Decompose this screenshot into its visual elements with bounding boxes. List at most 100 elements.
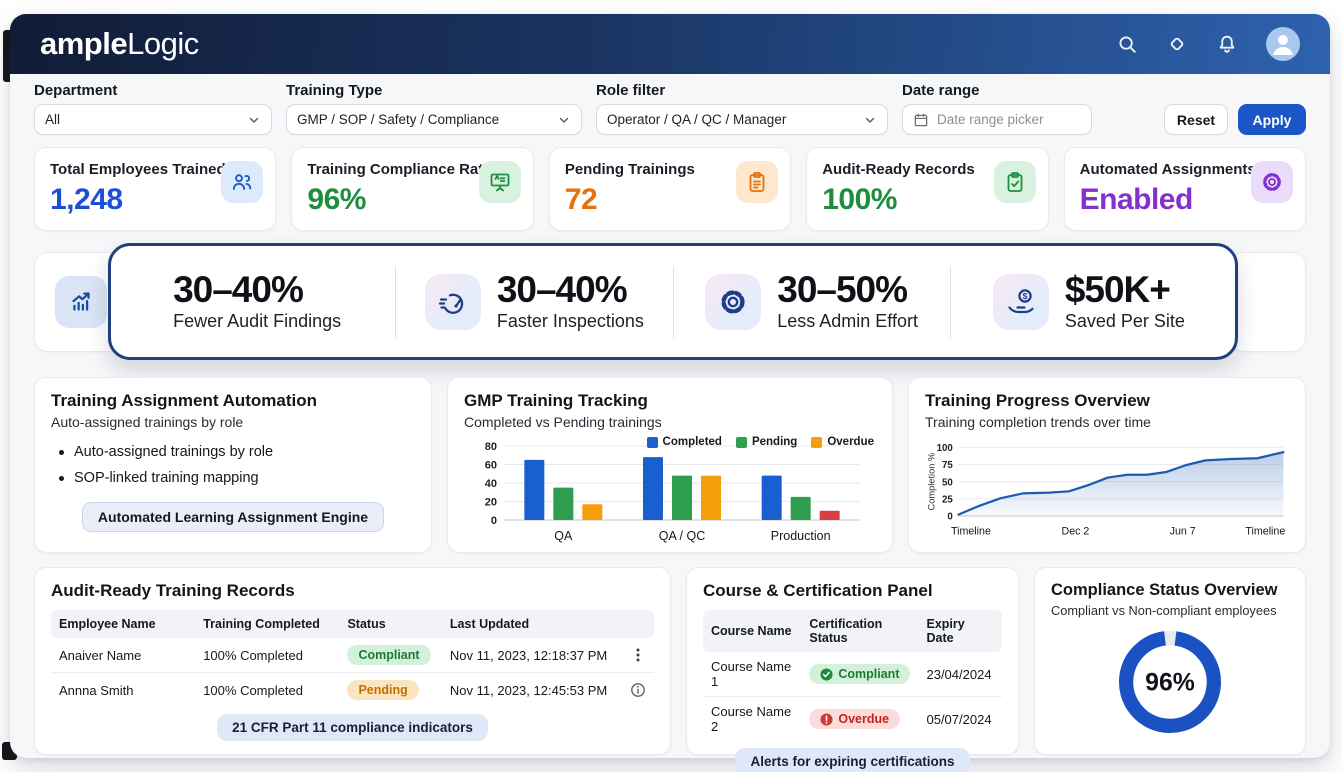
- highlight-band: 30–40% Fewer Audit Findings 30–40% Faste…: [108, 243, 1238, 360]
- panel-subtitle: Completed vs Pending trainings: [464, 414, 876, 430]
- card-title: Compliance Status Overview: [1051, 581, 1289, 600]
- expiry-date-cell: 05/07/2024: [918, 697, 1002, 742]
- bullet-item: SOP-linked training mapping: [51, 470, 415, 486]
- audit-ready-training-records-card: Audit-Ready Training Records Employee Na…: [34, 567, 671, 755]
- svg-text:25: 25: [942, 495, 953, 506]
- legend-item: Pending: [736, 436, 797, 448]
- donut-chart-svg: 96%: [1108, 620, 1232, 744]
- clipboard-check-icon: [994, 161, 1036, 203]
- apply-button[interactable]: Apply: [1238, 104, 1306, 135]
- status-badge: Compliant: [347, 645, 430, 665]
- svg-text:QA: QA: [554, 529, 573, 543]
- column-header: Status: [339, 610, 441, 638]
- table-row: Anaiver Name 100% Completed Compliant No…: [51, 638, 654, 673]
- highlight-faster-inspections: 30–40% Faster Inspections: [395, 266, 672, 338]
- svg-text:QA / QC: QA / QC: [659, 529, 706, 543]
- highlight-label: Saved Per Site: [1065, 311, 1185, 332]
- people-icon: [221, 161, 263, 203]
- highlight-value: 30–50%: [777, 271, 918, 310]
- highlight-value: 30–40%: [497, 271, 644, 310]
- training-type-label: Training Type: [286, 82, 582, 99]
- svg-text:50: 50: [942, 477, 953, 488]
- role-select[interactable]: Operator / QA / QC / Manager: [596, 104, 888, 135]
- chart-legend: Completed Pending Overdue: [647, 436, 874, 448]
- dashboard-page: ampleLogic Department All: [0, 0, 1342, 772]
- kpi-pending-trainings: Pending Trainings 72: [549, 147, 791, 231]
- card-title: Audit-Ready Training Records: [51, 581, 654, 601]
- date-range-placeholder: Date range picker: [937, 112, 1044, 127]
- bar-chart-svg: 020406080QAQA / QCProduction: [464, 434, 876, 546]
- navbar-actions: [1116, 27, 1300, 61]
- highlight-value: 30–40%: [173, 271, 341, 310]
- records-table: Employee Name Training Completed Status …: [51, 610, 654, 707]
- calendar-icon: [913, 112, 929, 128]
- panels-row: Training Assignment Automation Auto-assi…: [34, 377, 1306, 553]
- info-icon[interactable]: [630, 682, 646, 698]
- kebab-menu-icon[interactable]: [630, 647, 646, 663]
- bell-icon[interactable]: [1216, 33, 1238, 55]
- logo-light: Logic: [127, 26, 199, 62]
- column-header: Training Completed: [195, 610, 339, 638]
- kpi-row: Total Employees Trained 1,248 Training C…: [34, 147, 1306, 231]
- training-assignment-automation-panel: Training Assignment Automation Auto-assi…: [34, 377, 432, 553]
- date-range-picker[interactable]: Date range picker: [902, 104, 1092, 135]
- bullet-dot: [59, 476, 64, 481]
- table-row: Course Name 1 Compliant 23/04/2024: [703, 652, 1002, 697]
- automation-engine-badge: Automated Learning Assignment Engine: [82, 502, 384, 532]
- filter-date-range: Date range Date range picker: [902, 82, 1092, 135]
- top-navbar: ampleLogic: [10, 14, 1330, 74]
- svg-text:40: 40: [485, 478, 497, 490]
- status-text: Compliant: [838, 667, 899, 681]
- bullet-item: Auto-assigned trainings by role: [51, 444, 415, 460]
- status-badge: Compliant: [809, 664, 910, 684]
- training-type-select[interactable]: GMP / SOP / Safety / Compliance: [286, 104, 582, 135]
- svg-text:80: 80: [485, 441, 497, 453]
- chevron-down-icon: [247, 113, 261, 127]
- scan-icon[interactable]: [1166, 33, 1188, 55]
- course-name-cell: Course Name 1: [703, 652, 801, 697]
- svg-text:Production: Production: [771, 529, 831, 543]
- panel-subtitle: Training completion trends over time: [925, 414, 1289, 430]
- column-header: Expiry Date: [918, 610, 1002, 652]
- user-avatar[interactable]: [1266, 27, 1300, 61]
- status-badge: Overdue: [809, 709, 900, 729]
- card-subtitle: Compliant vs Non-compliant employees: [1051, 603, 1289, 618]
- department-select[interactable]: All: [34, 104, 272, 135]
- table-row: Annna Smith 100% Completed Pending Nov 1…: [51, 673, 654, 708]
- svg-text:Completion %: Completion %: [926, 453, 936, 511]
- role-filter-label: Role filter: [596, 82, 888, 99]
- training-progress-overview-panel: Training Progress Overview Training comp…: [908, 377, 1306, 553]
- line-chart: 0255075100Completion %TimelineDec 2Jun 7…: [925, 434, 1289, 546]
- hand-coin-icon: $: [993, 274, 1049, 330]
- legend-item: Overdue: [811, 436, 874, 448]
- person-icon: [1266, 27, 1300, 61]
- highlight-label: Less Admin Effort: [777, 311, 918, 332]
- gmp-training-tracking-panel: GMP Training Tracking Completed vs Pendi…: [447, 377, 893, 553]
- svg-text:Dec 2: Dec 2: [1062, 526, 1090, 538]
- filter-department: Department All: [34, 82, 272, 135]
- bar-chart: CompletedPendingOverdue 020406080QAQA / …: [464, 434, 876, 546]
- expiring-certifications-badge: Alerts for expiring certifications: [735, 748, 969, 772]
- gear-icon: [705, 274, 761, 330]
- kpi-audit-ready-records: Audit-Ready Records 100%: [806, 147, 1048, 231]
- svg-text:96%: 96%: [1145, 670, 1195, 697]
- reset-button[interactable]: Reset: [1164, 104, 1228, 135]
- bullet-list: Auto-assigned trainings by role SOP-link…: [51, 444, 415, 486]
- svg-text:20: 20: [485, 497, 497, 509]
- panel-title: Training Progress Overview: [925, 391, 1289, 411]
- svg-text:0: 0: [947, 512, 953, 523]
- legend-item: Completed: [647, 436, 722, 448]
- amplelogic-logo: ampleLogic: [40, 26, 199, 62]
- svg-text:$: $: [1022, 291, 1027, 301]
- line-chart-svg: 0255075100Completion %TimelineDec 2Jun 7…: [925, 434, 1289, 546]
- highlight-band-row: 30–40% Fewer Audit Findings 30–40% Faste…: [34, 243, 1306, 363]
- kpi-training-compliance-rate: Training Compliance Rate 96%: [291, 147, 533, 231]
- training-completed-cell: 100% Completed: [195, 673, 339, 708]
- dashboard-frame: ampleLogic Department All: [10, 14, 1330, 758]
- last-updated-cell: Nov 11, 2023, 12:45:53 PM: [442, 673, 622, 708]
- gear-icon: [1251, 161, 1293, 203]
- search-icon[interactable]: [1116, 33, 1138, 55]
- bullet-text: SOP-linked training mapping: [74, 470, 259, 486]
- logo-bold: ample: [40, 26, 127, 62]
- svg-text:Timeline: Timeline: [951, 526, 991, 538]
